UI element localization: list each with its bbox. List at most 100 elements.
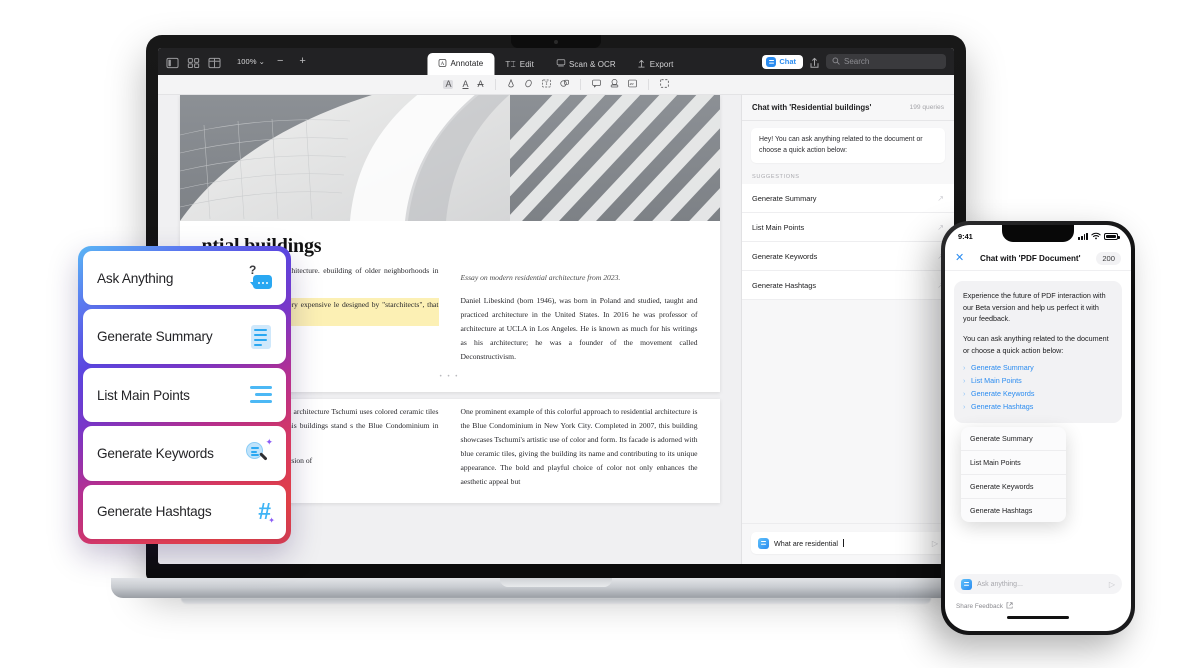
share-feedback-label: Share Feedback <box>956 603 1003 610</box>
tab-annotate-label: Annotate <box>450 59 484 68</box>
comment-icon[interactable] <box>591 79 601 90</box>
suggestion-generate-hashtags[interactable]: Generate Hashtags ↗ <box>742 271 954 301</box>
chat-panel-header: Chat with 'Residential buildings' 199 qu… <box>742 95 954 121</box>
phone-input-placeholder: Ask anything... <box>977 580 1023 588</box>
quick-action-generate-summary[interactable]: Generate Summary <box>83 309 286 364</box>
eraser-icon[interactable] <box>524 79 533 90</box>
chevron-down-icon: ⌄ <box>258 57 265 66</box>
tab-export[interactable]: Export <box>627 54 685 75</box>
quick-action-list-main-points[interactable]: List Main Points <box>83 367 286 423</box>
suggestion-list-main-points[interactable]: List Main Points ↗ <box>742 213 954 243</box>
tab-edit-label: Edit <box>519 59 534 69</box>
chat-panel-title: Chat with 'Residential buildings' <box>752 103 872 112</box>
suggestion-generate-keywords[interactable]: Generate Keywords ↗ <box>742 242 954 272</box>
text-box-icon[interactable]: T <box>541 79 551 90</box>
chat-query-count: 199 queries <box>909 104 944 111</box>
document-lines-icon <box>246 324 272 350</box>
tab-edit[interactable]: T⌶ Edit <box>494 54 545 75</box>
phone-link-generate-keywords[interactable]: Generate Keywords <box>963 388 1113 401</box>
phone-link-generate-hashtags[interactable]: Generate Hashtags <box>963 401 1113 414</box>
zoom-in-button[interactable]: + <box>295 56 309 67</box>
underline-icon[interactable]: A <box>462 80 468 89</box>
phone-screen: 9:41 ✕ Chat with 'PDF Document' 200 Expe… <box>945 225 1131 631</box>
assistant-greeting-bubble: Hey! You can ask anything related to the… <box>751 128 945 164</box>
phone-popup-generate-hashtags[interactable]: Generate Hashtags <box>961 499 1066 522</box>
page-layout-icon[interactable] <box>208 56 221 68</box>
cellular-icon <box>1078 233 1088 240</box>
sparkle-icon: ✦ <box>265 437 273 448</box>
wifi-icon <box>1091 232 1101 242</box>
quick-actions-card-stack: Ask Anything ? Generate Summary List Mai… <box>78 246 291 544</box>
phone-link-list-main-points[interactable]: List Main Points <box>963 375 1113 388</box>
search-input[interactable]: Search <box>826 54 946 69</box>
phone-link-generate-summary[interactable]: Generate Summary <box>963 362 1113 375</box>
strikethrough-icon[interactable]: A <box>478 80 484 89</box>
phone-popup-list-main-points[interactable]: List Main Points <box>961 451 1066 475</box>
phone-frame: 9:41 ✕ Chat with 'PDF Document' 200 Expe… <box>941 221 1135 635</box>
sparkle-icon: ✦ <box>268 515 275 525</box>
close-icon[interactable]: ✕ <box>955 252 964 264</box>
ai-assistant-icon <box>758 537 769 549</box>
tab-annotate[interactable]: A Annotate <box>427 53 495 75</box>
quick-action-ask-anything[interactable]: Ask Anything ? <box>83 251 286 306</box>
phone-popup-generate-summary[interactable]: Generate Summary <box>961 427 1066 451</box>
document-shape <box>251 324 271 349</box>
chat-bubble-icon <box>766 56 777 67</box>
quick-action-generate-hashtags[interactable]: Generate Hashtags # ✦ <box>83 484 286 540</box>
send-icon[interactable]: ▷ <box>1109 580 1115 589</box>
hero-photo-svg <box>179 95 720 221</box>
suggestion-label: List Main Points <box>752 222 805 232</box>
phone-popup-generate-keywords[interactable]: Generate Keywords <box>961 475 1066 499</box>
chat-button[interactable]: Chat <box>762 54 803 69</box>
quick-action-label: Ask Anything <box>97 270 174 286</box>
draw-group: T <box>494 78 580 90</box>
phone-notch <box>1002 225 1074 242</box>
phone-assistant-bubble: Experience the future of PDF interaction… <box>954 281 1122 423</box>
text-caret <box>842 539 844 547</box>
quick-action-label: List Main Points <box>97 387 190 403</box>
share-icon[interactable] <box>809 56 820 68</box>
zoom-level-value: 100% <box>237 57 257 66</box>
zoom-out-button[interactable]: − <box>273 56 287 67</box>
select-group <box>647 79 680 90</box>
zoom-level-control[interactable]: 100% ⌄ <box>237 57 265 66</box>
hero-architecture-photo <box>179 95 720 221</box>
topbar-right-group: Chat Search <box>762 54 946 69</box>
chat-panel-footer: What are residential ▷ <box>742 523 954 564</box>
signature-icon[interactable] <box>627 79 637 90</box>
phone-quick-action-links: Generate Summary List Main Points Genera… <box>963 362 1113 413</box>
magnifier-lens <box>246 442 263 460</box>
suggestion-generate-summary[interactable]: Generate Summary ↗ <box>742 184 954 214</box>
highlight-icon[interactable]: A <box>443 80 454 89</box>
phone-suggestion-popup: Generate Summary List Main Points Genera… <box>961 427 1066 522</box>
phone-chat-body: Experience the future of PDF interaction… <box>945 271 1131 574</box>
quick-action-label: Generate Summary <box>97 329 213 345</box>
document-paragraph-right-1: Daniel Libeskind (born 1946), was born i… <box>460 296 698 361</box>
pen-icon[interactable] <box>507 78 515 90</box>
send-icon[interactable]: ▷ <box>932 539 938 548</box>
quick-action-generate-keywords[interactable]: Generate Keywords ✦ <box>83 426 286 481</box>
phone-bubble-paragraph-1: Experience the future of PDF interaction… <box>963 291 1106 324</box>
share-feedback-link[interactable]: Share Feedback <box>954 594 1122 611</box>
scan-icon <box>556 59 565 69</box>
search-icon <box>832 57 840 67</box>
phone-message-input[interactable]: Ask anything... ▷ <box>954 574 1122 594</box>
document-subtitle: Essay on modern residential architecture… <box>460 273 621 282</box>
annotate-icon: A <box>438 58 447 69</box>
magnifier-sparkle-icon: ✦ <box>246 437 273 466</box>
markup-group <box>579 79 648 90</box>
screenshot-root: 100% ⌄ − + A Annotate T⌶ Edit Scan & OCR… <box>0 0 1190 668</box>
status-time: 9:41 <box>958 232 973 241</box>
phone-chat-title: Chat with 'PDF Document' <box>980 253 1081 263</box>
bullet-lines-icon <box>246 382 272 408</box>
laptop-foot <box>181 598 931 604</box>
tab-scan-ocr[interactable]: Scan & OCR <box>545 54 627 75</box>
stamp-icon[interactable] <box>610 79 619 90</box>
thumbnail-grid-icon[interactable] <box>187 56 200 68</box>
shape-icon[interactable] <box>559 79 569 90</box>
document-column-right: Essay on modern residential architecture… <box>461 264 698 370</box>
sidebar-toggle-icon[interactable] <box>166 56 179 68</box>
document-paragraph-right-2: One prominent example of this colorful a… <box>460 407 698 486</box>
select-area-icon[interactable] <box>659 79 669 90</box>
chat-message-input[interactable]: What are residential ▷ <box>751 532 945 554</box>
